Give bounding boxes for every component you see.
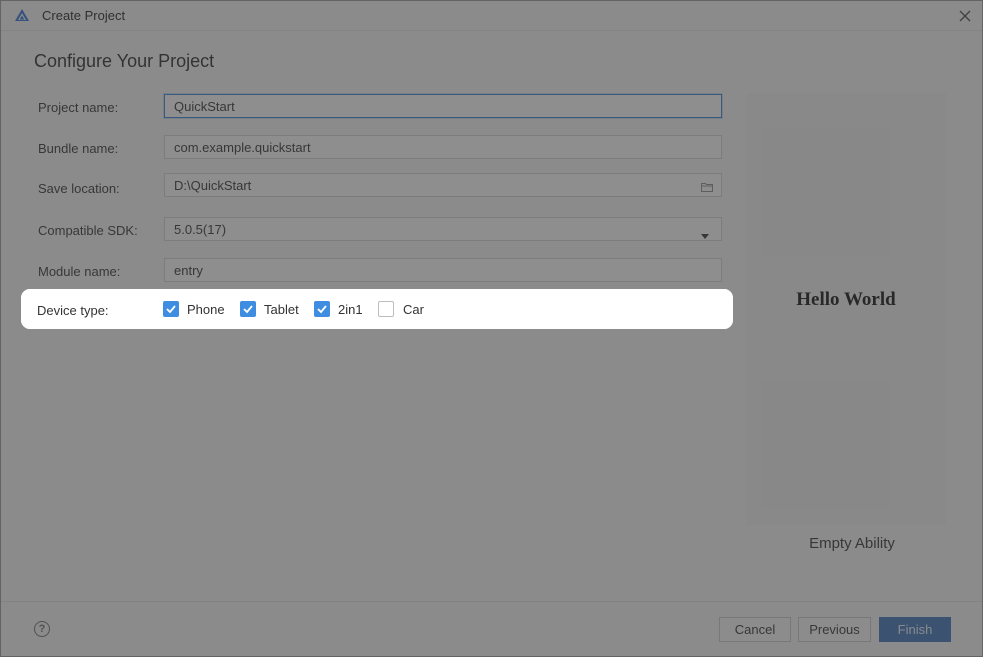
device-type-row: Device type: Phone Tablet 2in1 Car: [21, 289, 733, 329]
compatible-sdk-row: Compatible SDK: 5.0.5(17): [1, 209, 741, 249]
module-name-value: entry: [174, 263, 203, 278]
project-name-value: QuickStart: [174, 99, 235, 114]
device-type-label: Device type:: [37, 303, 109, 318]
window-title: Create Project: [42, 8, 126, 23]
checkbox-phone-label[interactable]: Phone: [187, 302, 225, 317]
deveco-logo-icon: [14, 8, 30, 24]
close-icon[interactable]: [952, 3, 978, 29]
page-title: Configure Your Project: [34, 51, 215, 71]
save-location-row: Save location: D:\QuickStart: [1, 167, 741, 207]
checkbox-tablet-label[interactable]: Tablet: [264, 302, 299, 317]
checkbox-2in1-label[interactable]: 2in1: [338, 302, 363, 317]
project-name-field[interactable]: QuickStart: [164, 94, 722, 118]
bundle-name-value: com.example.quickstart: [174, 140, 311, 155]
checkbox-car-label[interactable]: Car: [403, 302, 424, 317]
checkbox-2in1[interactable]: [314, 301, 330, 317]
module-name-label: Module name:: [38, 264, 121, 279]
previous-button[interactable]: Previous: [798, 617, 871, 642]
folder-icon[interactable]: [701, 180, 713, 195]
preview-hello-text: Hello World: [796, 289, 896, 310]
checkbox-phone[interactable]: [163, 301, 179, 317]
module-name-row: Module name: entry: [1, 250, 741, 290]
chevron-down-icon[interactable]: [701, 227, 709, 242]
compatible-sdk-label: Compatible SDK:: [38, 223, 138, 238]
title-bar: Create Project: [1, 1, 982, 31]
finish-button[interactable]: Finish: [879, 617, 951, 642]
project-name-row: Project name: QuickStart: [1, 86, 741, 126]
save-location-label: Save location:: [38, 181, 120, 196]
compatible-sdk-value: 5.0.5(17): [174, 222, 227, 237]
template-preview: Hello World: [746, 93, 946, 525]
bundle-name-field[interactable]: com.example.quickstart: [164, 135, 722, 159]
compatible-sdk-select[interactable]: 5.0.5(17): [164, 217, 722, 241]
save-location-field[interactable]: D:\QuickStart: [164, 173, 722, 197]
help-icon[interactable]: ?: [34, 621, 50, 637]
checkbox-car[interactable]: [378, 301, 394, 317]
save-location-value: D:\QuickStart: [174, 178, 252, 193]
module-name-field[interactable]: entry: [164, 258, 722, 282]
project-name-label: Project name:: [38, 100, 119, 115]
template-name: Empty Ability: [809, 535, 895, 552]
bundle-name-row: Bundle name: com.example.quickstart: [1, 127, 741, 167]
cancel-button[interactable]: Cancel: [719, 617, 791, 642]
bundle-name-label: Bundle name:: [38, 141, 119, 156]
checkbox-tablet[interactable]: [240, 301, 256, 317]
footer-divider: [1, 601, 982, 602]
